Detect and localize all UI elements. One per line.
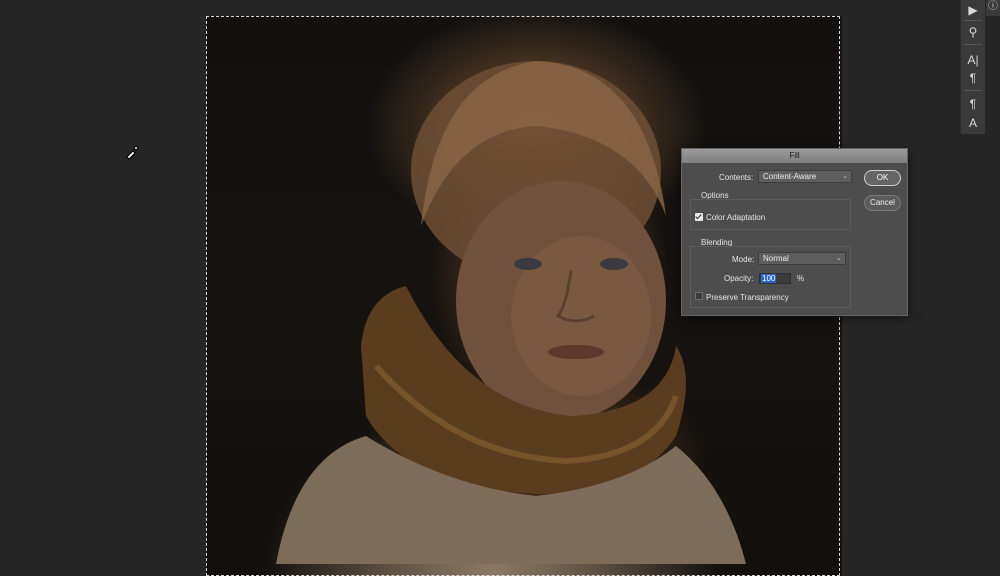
info-icon[interactable]: ⓘ: [986, 0, 1000, 16]
character-icon[interactable]: A|: [961, 50, 985, 70]
fill-dialog: Fill Contents: Content-Aware ⌄ OK Cancel…: [681, 148, 908, 316]
character-styles-icon[interactable]: A: [961, 113, 985, 133]
paragraph-icon[interactable]: ¶: [961, 68, 985, 88]
color-adaptation-label: Color Adaptation: [706, 213, 766, 222]
cancel-button[interactable]: Cancel: [864, 195, 901, 211]
paragraph-styles-icon[interactable]: ¶: [961, 94, 985, 114]
dialog-title: Fill: [682, 149, 907, 163]
color-adaptation-checkbox[interactable]: [695, 213, 703, 221]
contents-value: Content-Aware: [763, 172, 817, 181]
stamp-icon[interactable]: ⚲: [961, 22, 985, 42]
contents-label: Contents:: [719, 173, 754, 182]
divider: [964, 90, 982, 91]
opacity-label: Opacity:: [724, 274, 754, 283]
chevron-down-icon: ⌄: [836, 255, 842, 262]
mode-label: Mode:: [732, 255, 755, 264]
preserve-transparency-label: Preserve Transparency: [706, 293, 789, 302]
opacity-unit: %: [797, 274, 805, 283]
mode-select[interactable]: Normal ⌄: [758, 252, 846, 265]
divider: [964, 44, 982, 45]
panel-tool-strip: ▶ ⚲ A| ¶ ¶ A: [960, 0, 985, 134]
chevron-down-icon: ⌄: [842, 173, 848, 180]
opacity-value: 100: [761, 274, 777, 283]
ok-button[interactable]: OK: [864, 170, 901, 186]
mode-value: Normal: [763, 254, 789, 263]
play-icon[interactable]: ▶: [961, 0, 985, 20]
opacity-input[interactable]: 100: [759, 273, 791, 284]
divider: [964, 20, 982, 21]
contents-select[interactable]: Content-Aware ⌄: [758, 170, 852, 183]
eyedropper-cursor-icon: [126, 145, 139, 160]
preserve-transparency-checkbox[interactable]: [695, 292, 703, 300]
